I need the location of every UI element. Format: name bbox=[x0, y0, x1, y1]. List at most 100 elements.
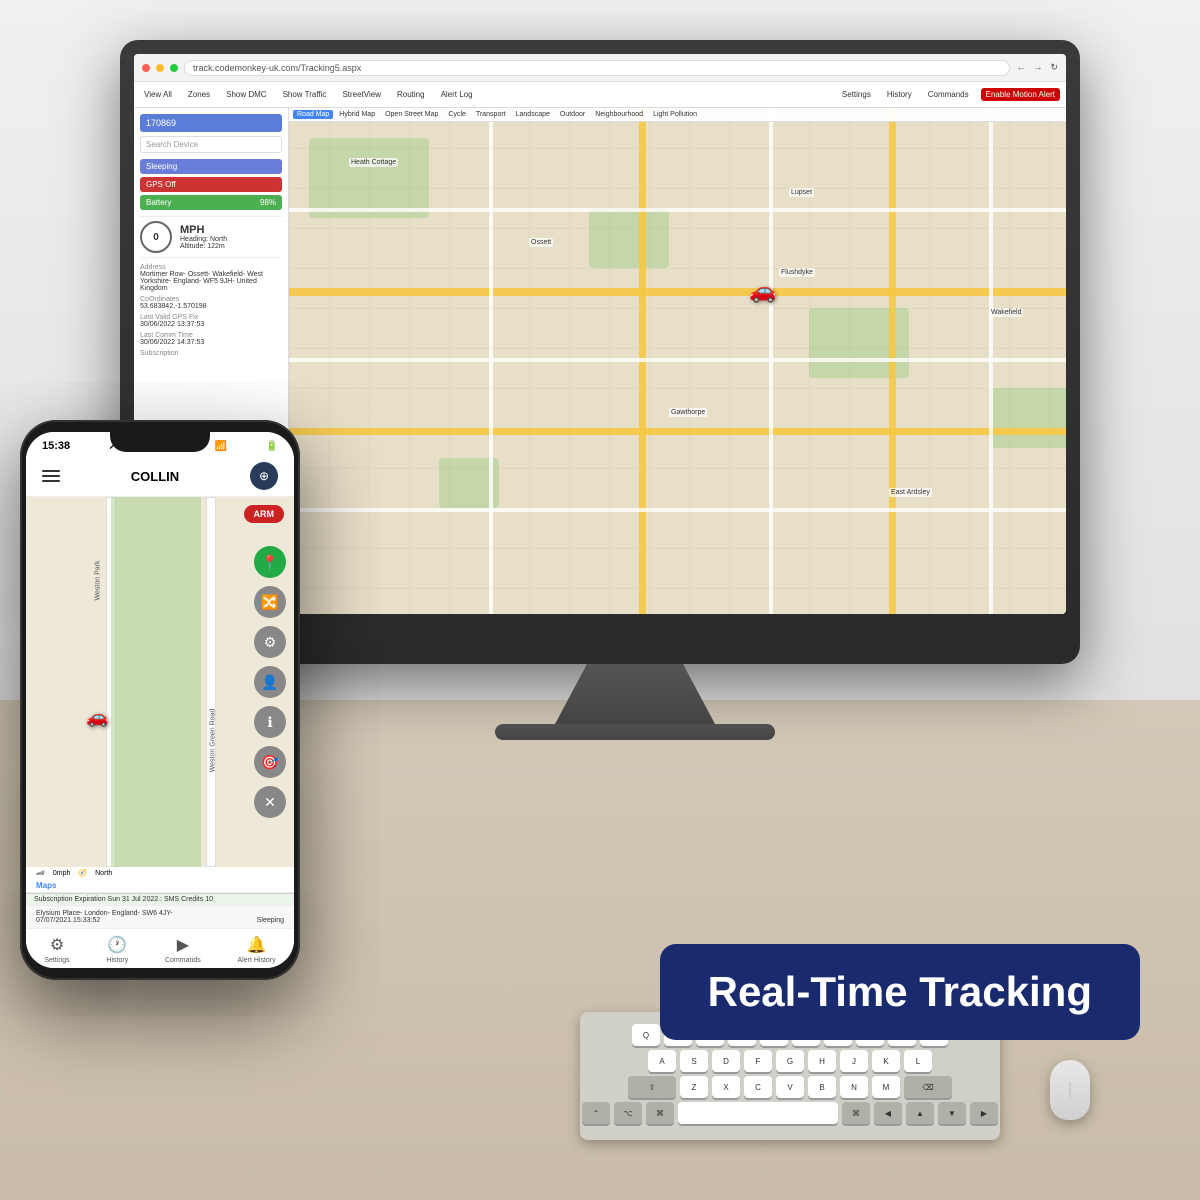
key-g[interactable]: G bbox=[776, 1050, 804, 1072]
map-type-transport[interactable]: Transport bbox=[472, 110, 510, 119]
browser-maximize-dot[interactable] bbox=[170, 64, 178, 72]
map-road-white-3 bbox=[289, 508, 1066, 512]
toolbar-alert-log[interactable]: Alert Log bbox=[437, 88, 477, 101]
map-road-white-1 bbox=[289, 208, 1066, 212]
address-value: Mortimer Row- Ossett- Wakefield- West Yo… bbox=[140, 271, 282, 292]
key-f[interactable]: F bbox=[744, 1050, 772, 1072]
map-label-2: Ossett bbox=[529, 238, 553, 247]
toolbar-commands[interactable]: Commands bbox=[924, 88, 973, 101]
map-label-5: Wakefield bbox=[989, 308, 1023, 317]
map-label-6: Lupset bbox=[789, 188, 814, 197]
map-type-osm[interactable]: Open Street Map bbox=[381, 110, 442, 119]
toolbar-routing[interactable]: Routing bbox=[393, 88, 429, 101]
toolbar-history[interactable]: History bbox=[883, 88, 916, 101]
key-a[interactable]: A bbox=[648, 1050, 676, 1072]
map-type-cycle[interactable]: Cycle bbox=[444, 110, 470, 119]
browser-url-bar[interactable]: track.codemonkey-uk.com/Tracking5.aspx bbox=[184, 60, 1010, 76]
key-c[interactable]: C bbox=[744, 1076, 772, 1098]
key-l[interactable]: L bbox=[904, 1050, 932, 1072]
key-arrow-down[interactable]: ▼ bbox=[938, 1102, 966, 1124]
browser-back-icon[interactable]: ← bbox=[1016, 62, 1025, 73]
keyboard-row-2: A S D F G H J K L bbox=[592, 1050, 988, 1072]
map-road-h-2 bbox=[289, 428, 1066, 435]
key-arrow-right[interactable]: ▶ bbox=[970, 1102, 998, 1124]
monitor-stand bbox=[555, 664, 715, 724]
map-label-3: Gawthorpe bbox=[669, 408, 707, 417]
side-btn-location[interactable]: 📍 bbox=[254, 546, 286, 578]
phone-time: 15:38 bbox=[42, 440, 70, 452]
phone-map-car: 🚗 bbox=[86, 707, 108, 728]
key-backspace[interactable]: ⌫ bbox=[904, 1076, 952, 1098]
nav-item-alert-history[interactable]: 🔔 Alert History bbox=[238, 935, 276, 964]
toolbar-show-dmc[interactable]: Show DMC bbox=[222, 88, 270, 101]
side-btn-route[interactable]: 🔀 bbox=[254, 586, 286, 618]
key-q[interactable]: Q bbox=[632, 1024, 660, 1046]
key-d[interactable]: D bbox=[712, 1050, 740, 1072]
map-type-light[interactable]: Light Pollution bbox=[649, 110, 701, 119]
key-v[interactable]: V bbox=[776, 1076, 804, 1098]
browser-close-dot[interactable] bbox=[142, 64, 150, 72]
key-k[interactable]: K bbox=[872, 1050, 900, 1072]
nav-label-commands: Commands bbox=[165, 957, 201, 964]
key-shift[interactable]: ⇧ bbox=[628, 1076, 676, 1098]
map-type-landscape[interactable]: Landscape bbox=[512, 110, 554, 119]
map-type-outdoor[interactable]: Outdoor bbox=[556, 110, 589, 119]
nav-item-history[interactable]: 🕐 History bbox=[106, 935, 128, 964]
map-type-hybrid[interactable]: Hybrid Map bbox=[335, 110, 379, 119]
map-type-roadmap[interactable]: Road Map bbox=[293, 110, 333, 119]
phone-frame: 15:38 ↗ 📶 🔋 COLLIN ⊕ bbox=[20, 420, 300, 980]
toolbar-settings[interactable]: Settings bbox=[838, 88, 875, 101]
toolbar-enable-motion[interactable]: Enable Motion Alert bbox=[981, 88, 1060, 101]
map-green-area-1 bbox=[309, 138, 429, 218]
toolbar-view-all[interactable]: View All bbox=[140, 88, 176, 101]
key-s[interactable]: S bbox=[680, 1050, 708, 1072]
browser-forward-icon[interactable]: → bbox=[1033, 62, 1042, 73]
sidebar-search[interactable]: Search Device bbox=[140, 136, 282, 153]
hamburger-menu[interactable] bbox=[42, 470, 60, 482]
phone-wifi-icon: 📶 bbox=[215, 441, 227, 452]
toolbar-streetview[interactable]: StreetView bbox=[338, 88, 385, 101]
toolbar-zones[interactable]: Zones bbox=[184, 88, 214, 101]
phone-speed-bar: 🏎 0mph 🧭 North bbox=[26, 867, 294, 879]
key-b[interactable]: B bbox=[808, 1076, 836, 1098]
key-j[interactable]: J bbox=[840, 1050, 868, 1072]
map-type-neighbourhood[interactable]: Neighbourhood bbox=[591, 110, 647, 119]
browser-minimize-dot[interactable] bbox=[156, 64, 164, 72]
phone-direction-value: North bbox=[95, 870, 112, 877]
key-arrow-up[interactable]: ▲ bbox=[906, 1102, 934, 1124]
phone-speed-icon: 🏎 bbox=[36, 869, 45, 877]
map-area[interactable]: Road Map Hybrid Map Open Street Map Cycl… bbox=[289, 108, 1066, 614]
side-btn-info[interactable]: ℹ bbox=[254, 706, 286, 738]
phone-map-area[interactable]: Weston Park Weston Green Road ARM 🚗 📍 🔀 … bbox=[26, 497, 294, 867]
map-car-icon: 🚗 bbox=[749, 278, 776, 304]
key-m[interactable]: M bbox=[872, 1076, 900, 1098]
map-green-area-2 bbox=[589, 208, 669, 268]
browser-refresh-icon[interactable]: ↻ bbox=[1050, 62, 1058, 73]
key-ctrl[interactable]: ⌃ bbox=[582, 1102, 610, 1124]
key-x[interactable]: X bbox=[712, 1076, 740, 1098]
compass-button[interactable]: ⊕ bbox=[250, 462, 278, 490]
toolbar-show-traffic[interactable]: Show Traffic bbox=[279, 88, 331, 101]
last-comm-label: Last Comm Time bbox=[140, 332, 282, 339]
nav-item-settings[interactable]: ⚙ Settings bbox=[44, 935, 69, 964]
last-comm-value: 30/06/2022 14:37:53 bbox=[140, 339, 282, 346]
key-arrow-left[interactable]: ◀ bbox=[874, 1102, 902, 1124]
speed-section: 0 MPH Heading: North Altitude: 122m bbox=[140, 216, 282, 258]
key-cmd-right[interactable]: ⌘ bbox=[842, 1102, 870, 1124]
key-h[interactable]: H bbox=[808, 1050, 836, 1072]
side-btn-settings[interactable]: ⚙ bbox=[254, 626, 286, 658]
key-cmd-left[interactable]: ⌘ bbox=[646, 1102, 674, 1124]
mouse[interactable] bbox=[1050, 1060, 1090, 1120]
arm-button[interactable]: ARM bbox=[244, 505, 285, 523]
key-alt[interactable]: ⌥ bbox=[614, 1102, 642, 1124]
side-btn-close[interactable]: ✕ bbox=[254, 786, 286, 818]
hamburger-line-2 bbox=[42, 475, 60, 477]
sidebar-device-id[interactable]: 170869 bbox=[140, 114, 282, 132]
key-space[interactable] bbox=[678, 1102, 838, 1124]
phone-app-header: COLLIN ⊕ bbox=[26, 456, 294, 497]
side-btn-target[interactable]: 🎯 bbox=[254, 746, 286, 778]
nav-item-commands[interactable]: ▶ Commands bbox=[165, 935, 201, 964]
key-n[interactable]: N bbox=[840, 1076, 868, 1098]
key-z[interactable]: Z bbox=[680, 1076, 708, 1098]
side-btn-person[interactable]: 👤 bbox=[254, 666, 286, 698]
